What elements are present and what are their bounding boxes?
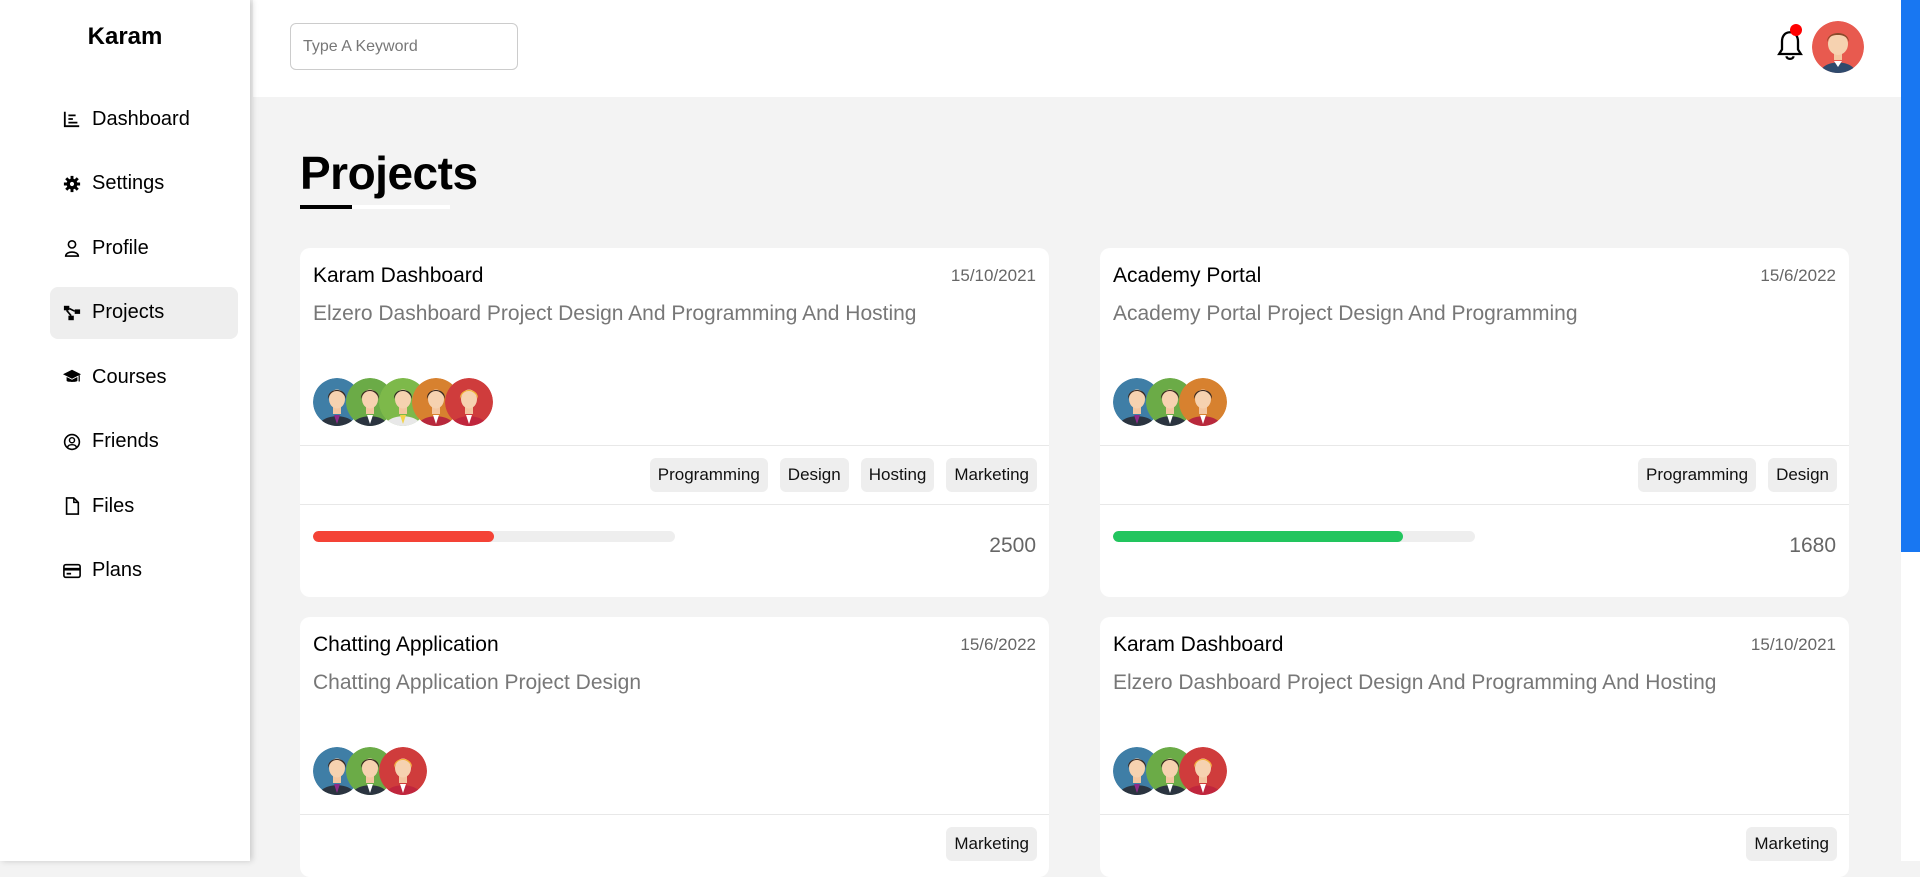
project-tag[interactable]: Marketing: [946, 827, 1037, 861]
sidebar: Karam Dashboard Settings Profile Project…: [0, 0, 250, 861]
project-card[interactable]: Chatting Application 15/6/2022 Chatting …: [300, 617, 1049, 877]
title-underline-accent: [300, 205, 352, 209]
project-tag[interactable]: Programming: [649, 458, 768, 492]
search-input[interactable]: [290, 23, 518, 70]
credit-card-icon: [62, 561, 82, 581]
sidebar-item-label: Profile: [92, 236, 149, 259]
project-amount: 1680: [1789, 534, 1836, 557]
sidebar-item-label: Files: [92, 494, 135, 517]
project-name: Chatting Application: [313, 633, 499, 656]
progress-fill: [1113, 531, 1403, 542]
sidebar-item-friends[interactable]: Friends: [50, 416, 238, 468]
sidebar-item-courses[interactable]: Courses: [50, 351, 238, 403]
top-header: [253, 0, 1901, 97]
sidebar-item-label: Friends: [92, 430, 159, 452]
sidebar-item-plans[interactable]: Plans: [50, 545, 238, 597]
divider: [300, 814, 1049, 815]
project-date: 15/6/2022: [1760, 266, 1836, 285]
team-avatars: [1113, 747, 1227, 795]
sidebar-nav: Dashboard Settings Profile Projects Cour…: [0, 93, 250, 609]
brand-logo[interactable]: Karam: [0, 22, 250, 52]
progress-fill: [313, 531, 494, 542]
sidebar-item-label: Courses: [92, 365, 167, 388]
page-title: Projects: [300, 147, 478, 199]
sidebar-item-projects[interactable]: Projects: [50, 286, 238, 339]
project-name: Academy Portal: [1113, 264, 1262, 287]
team-avatars: [1113, 378, 1227, 426]
project-tag[interactable]: Hosting: [860, 458, 935, 492]
project-description: Elzero Dashboard Project Design And Prog…: [313, 302, 917, 325]
project-date: 15/10/2021: [950, 266, 1036, 285]
project-description: Elzero Dashboard Project Design And Prog…: [1113, 671, 1717, 694]
sidebar-item-dashboard[interactable]: Dashboard: [50, 93, 238, 145]
sidebar-item-files[interactable]: Files: [50, 480, 238, 532]
project-date: 15/10/2021: [1750, 635, 1836, 654]
user-circle-icon: [62, 432, 82, 452]
project-tags: Programming Design Hosting Marketing: [649, 458, 1037, 492]
scrollbar-thumb[interactable]: [1901, 0, 1920, 552]
file-icon: [62, 496, 82, 516]
sidebar-item-profile[interactable]: Profile: [50, 222, 238, 274]
project-tags: Marketing: [946, 827, 1037, 861]
team-member-avatar[interactable]: [379, 747, 427, 795]
avatar[interactable]: [1812, 21, 1864, 73]
sidebar-item-label: Projects: [92, 301, 165, 323]
graduation-cap-icon: [62, 367, 82, 387]
bell-icon: [1776, 31, 1804, 66]
chart-icon: [62, 109, 82, 129]
divider: [300, 504, 1049, 505]
project-name: Karam Dashboard: [1113, 633, 1284, 656]
project-tag[interactable]: Design: [1768, 458, 1837, 492]
team-member-avatar[interactable]: [445, 378, 493, 426]
project-card[interactable]: Karam Dashboard 15/10/2021 Elzero Dashbo…: [300, 248, 1049, 597]
project-description: Academy Portal Project Design And Progra…: [1113, 302, 1578, 325]
project-tag[interactable]: Marketing: [1746, 827, 1837, 861]
project-date: 15/6/2022: [960, 635, 1036, 654]
team-member-avatar[interactable]: [1179, 378, 1227, 426]
progress-bar: [313, 531, 675, 542]
project-card[interactable]: Academy Portal 15/6/2022 Academy Portal …: [1100, 248, 1849, 597]
project-tags: Programming Design: [1638, 458, 1837, 492]
divider: [1100, 814, 1849, 815]
sidebar-item-settings[interactable]: Settings: [50, 158, 238, 210]
notification-button[interactable]: [1776, 24, 1806, 66]
divider: [1100, 445, 1849, 446]
user-icon: [62, 238, 82, 258]
project-tags: Marketing: [1746, 827, 1837, 861]
project-card[interactable]: Karam Dashboard 15/10/2021 Elzero Dashbo…: [1100, 617, 1849, 877]
team-avatars: [313, 378, 493, 426]
project-description: Chatting Application Project Design: [313, 671, 642, 694]
team-member-avatar[interactable]: [1179, 747, 1227, 795]
project-tag[interactable]: Programming: [1638, 458, 1757, 492]
notification-dot: [1790, 24, 1802, 36]
team-avatars: [313, 747, 427, 795]
diagram-icon: [62, 303, 82, 323]
sidebar-item-label: Plans: [92, 559, 143, 581]
project-tag[interactable]: Design: [779, 458, 849, 492]
sidebar-item-label: Settings: [92, 172, 165, 194]
project-tag[interactable]: Marketing: [946, 458, 1037, 492]
gear-icon: [62, 174, 82, 194]
scrollbar-track[interactable]: [1901, 0, 1920, 861]
progress-bar: [1113, 531, 1475, 542]
sidebar-item-label: Dashboard: [92, 107, 190, 130]
project-amount: 2500: [989, 534, 1036, 557]
divider: [300, 445, 1049, 446]
project-name: Karam Dashboard: [313, 264, 484, 287]
divider: [1100, 504, 1849, 505]
